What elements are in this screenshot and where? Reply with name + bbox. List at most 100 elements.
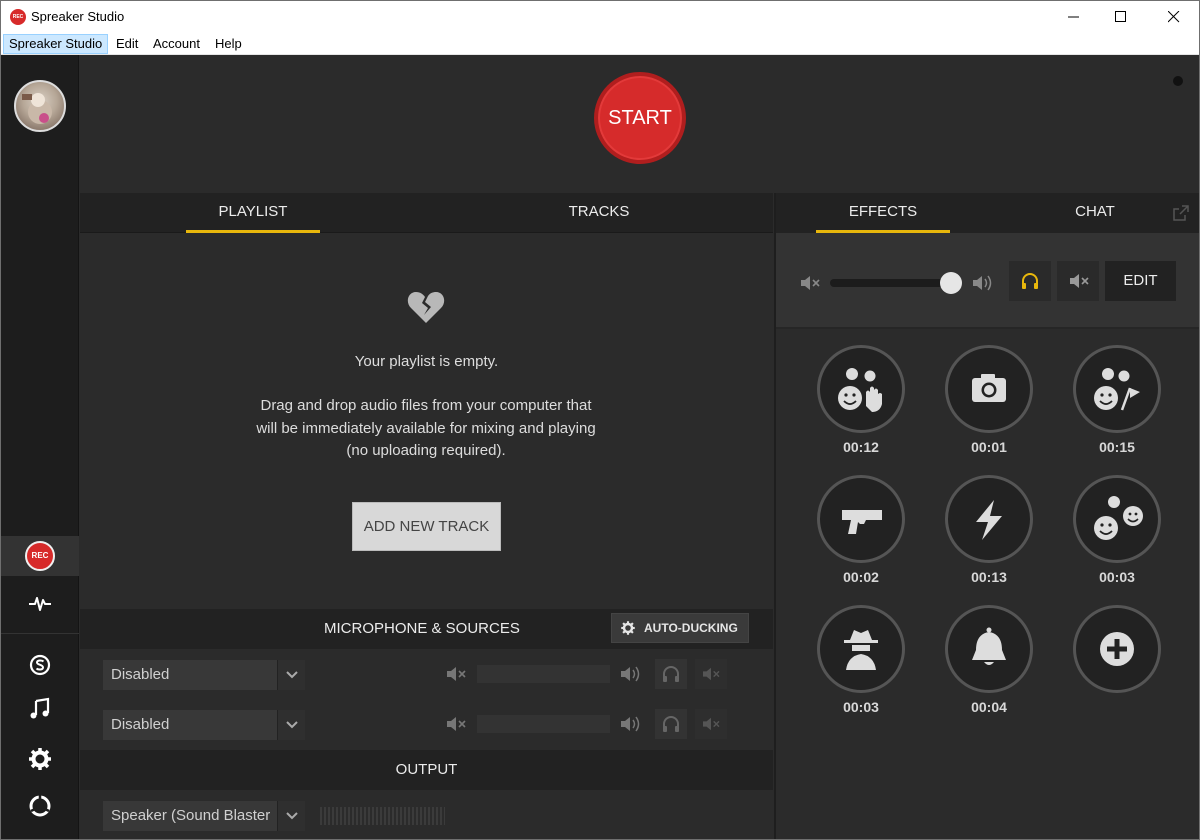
mute-icon (703, 717, 720, 731)
window-title: Spreaker Studio (31, 9, 125, 24)
pulse-icon[interactable] (27, 590, 53, 616)
add-icon (1100, 632, 1134, 666)
connection-status-dot (1173, 76, 1183, 86)
effect-pad-camera[interactable] (945, 345, 1033, 433)
headphones-button[interactable] (655, 709, 687, 739)
rec-icon: REC (25, 541, 55, 571)
minimize-button[interactable] (1051, 1, 1097, 33)
right-tab-bar: EFFECTS CHAT (776, 193, 1199, 233)
effect-duration: 00:13 (971, 569, 1007, 585)
sources-title: MICROPHONE & SOURCES (324, 620, 520, 637)
avatar[interactable] (14, 80, 66, 132)
effect-duration: 00:15 (1099, 439, 1135, 455)
output-level-meter (320, 807, 445, 825)
effects-panel: EFFECTS CHAT EDIT 00:12 00:01 00:15 00:0… (774, 193, 1199, 839)
effect-pad-spy[interactable] (817, 605, 905, 693)
lifebuoy-icon[interactable] (27, 793, 53, 819)
playlist-panel: Your playlist is empty. Drag and drop au… (80, 233, 773, 609)
auto-ducking-label: AUTO-DUCKING (644, 621, 738, 635)
skype-icon[interactable] (27, 652, 53, 678)
effect-pad-laughter[interactable] (1073, 475, 1161, 563)
start-button[interactable]: START (594, 72, 686, 164)
auto-ducking-button[interactable]: AUTO-DUCKING (611, 613, 749, 643)
sidebar: REC (1, 55, 79, 839)
output-select[interactable]: Speaker (Sound Blaster (103, 801, 305, 831)
mute-output-button[interactable] (695, 709, 727, 739)
avatar-image (22, 93, 52, 124)
mute-icon[interactable] (446, 665, 466, 683)
add-new-track-button[interactable]: ADD NEW TRACK (352, 502, 501, 551)
source-select-value: Disabled (111, 716, 170, 733)
effect-duration: 00:04 (971, 699, 1007, 715)
chevron-down-icon[interactable] (277, 710, 305, 740)
headphones-icon (663, 716, 679, 732)
chevron-down-icon[interactable] (277, 660, 305, 690)
effect-pad-gun[interactable] (817, 475, 905, 563)
app-window: REC Spreaker Studio Spreaker Studio Edit… (0, 0, 1200, 840)
tab-effects[interactable]: EFFECTS (816, 193, 950, 233)
mute-icon[interactable] (800, 274, 820, 292)
crowd-applause-icon (838, 368, 882, 412)
mute-icon[interactable] (446, 715, 466, 733)
menu-spreaker-studio[interactable]: Spreaker Studio (3, 34, 109, 54)
effect-pad-cheer[interactable] (1073, 345, 1161, 433)
effect-pad-bell[interactable] (945, 605, 1033, 693)
headphones-button[interactable] (655, 659, 687, 689)
camera-icon (972, 374, 1006, 402)
effect-duration: 00:01 (971, 439, 1007, 455)
effect-pad-lightning[interactable] (945, 475, 1033, 563)
sidebar-divider (1, 633, 79, 634)
sidebar-item-rec[interactable]: REC (1, 536, 79, 576)
menu-help[interactable]: Help (209, 34, 248, 54)
effects-volume-slider[interactable] (830, 279, 954, 287)
title-bar: REC Spreaker Studio (1, 1, 1199, 33)
crowd-cheer-icon (1094, 368, 1140, 411)
spy-icon (844, 630, 878, 670)
mute-icon (703, 667, 720, 681)
bell-icon (972, 627, 1006, 665)
effect-pad-applause[interactable] (817, 345, 905, 433)
popout-icon[interactable] (1173, 205, 1189, 221)
slider-thumb[interactable] (940, 272, 962, 294)
source-select[interactable]: Disabled (103, 710, 305, 740)
header: START (80, 55, 1199, 193)
effects-controls: EDIT (776, 233, 1199, 329)
headphones-icon (663, 666, 679, 682)
close-button[interactable] (1151, 1, 1197, 33)
volume-icon[interactable] (972, 273, 994, 293)
gun-icon (842, 510, 882, 534)
lightning-icon (976, 500, 1002, 540)
source-row: Disabled (80, 699, 773, 749)
menu-account[interactable]: Account (147, 34, 206, 54)
sources-header: MICROPHONE & SOURCES AUTO-DUCKING (80, 609, 773, 649)
menu-edit[interactable]: Edit (110, 34, 144, 54)
mute-icon (1070, 274, 1089, 288)
tab-tracks[interactable]: TRACKS (532, 193, 666, 233)
add-effect-button[interactable] (1073, 605, 1161, 693)
effect-duration: 00:12 (843, 439, 879, 455)
source-select[interactable]: Disabled (103, 660, 305, 690)
output-row: Speaker (Sound Blaster (80, 790, 773, 839)
empty-playlist-description: Drag and drop audio files from your comp… (256, 397, 596, 459)
chevron-down-icon[interactable] (277, 801, 305, 831)
source-row: Disabled (80, 649, 773, 699)
volume-icon[interactable] (620, 664, 642, 684)
music-note-icon[interactable] (27, 696, 53, 722)
maximize-button[interactable] (1098, 1, 1144, 33)
edit-effects-button[interactable]: EDIT (1105, 261, 1176, 301)
headphones-icon (1022, 273, 1038, 289)
app-logo-icon: REC (10, 9, 26, 25)
output-select-value: Speaker (Sound Blaster (111, 807, 271, 824)
effects-mute-button[interactable] (1057, 261, 1099, 301)
mute-output-button[interactable] (695, 659, 727, 689)
tab-playlist[interactable]: PLAYLIST (186, 193, 320, 233)
maximize-icon (1115, 11, 1126, 22)
effects-headphones-button[interactable] (1009, 261, 1051, 301)
close-icon (1168, 11, 1180, 23)
left-tab-bar: PLAYLIST TRACKS (80, 193, 773, 233)
gear-icon (621, 621, 635, 635)
gear-icon[interactable] (27, 746, 53, 772)
volume-icon[interactable] (620, 714, 642, 734)
output-header: OUTPUT (80, 750, 773, 790)
tab-chat[interactable]: CHAT (1028, 193, 1162, 233)
